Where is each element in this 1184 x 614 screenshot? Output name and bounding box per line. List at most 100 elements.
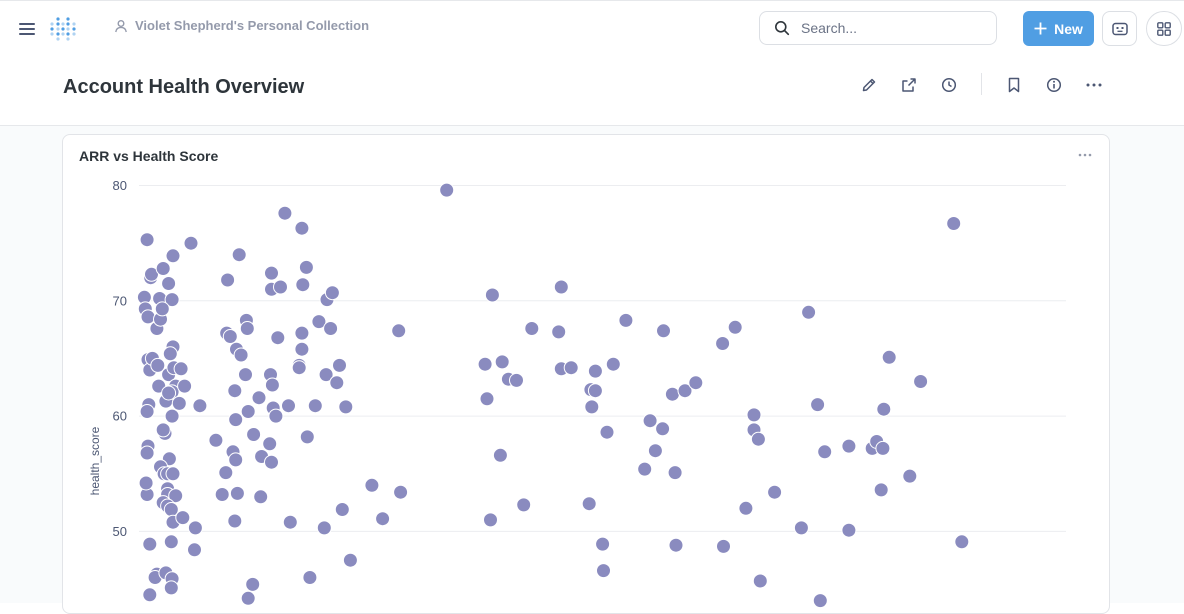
scatter-point[interactable] [183, 235, 199, 251]
scatter-point[interactable] [155, 422, 171, 438]
scatter-point[interactable] [581, 496, 597, 512]
scatter-point[interactable] [817, 444, 833, 460]
dashcard[interactable]: ARR vs Health Score 50 60 70 80 health_scor… [62, 134, 1110, 614]
scatter-point[interactable] [913, 374, 929, 389]
scatter-point[interactable] [875, 440, 891, 456]
scatter-point[interactable] [810, 397, 826, 413]
scatter-point[interactable] [214, 487, 230, 502]
scatter-point[interactable] [251, 390, 267, 406]
search-box[interactable] [759, 11, 997, 45]
scatter-point[interactable] [192, 398, 208, 414]
scatter-point[interactable] [295, 277, 311, 293]
scatter-point[interactable] [165, 248, 181, 264]
scatter-point[interactable] [264, 377, 280, 393]
scatter-point[interactable] [298, 259, 314, 275]
scatter-point[interactable] [551, 324, 567, 340]
scatter-point[interactable] [664, 386, 680, 402]
scatter-point[interactable] [584, 399, 600, 415]
scatter-point[interactable] [479, 391, 495, 407]
scatter-point[interactable] [208, 432, 224, 448]
scatter-point[interactable] [175, 510, 191, 526]
scatter-point[interactable] [587, 383, 603, 399]
scatter-point[interactable] [494, 354, 510, 370]
scatter-point[interactable] [273, 279, 288, 295]
scatter-point[interactable] [393, 484, 409, 500]
scatter-point[interactable] [299, 429, 315, 445]
scatter-point[interactable] [227, 513, 243, 529]
scatter-point[interactable] [233, 347, 249, 363]
scatter-point[interactable] [801, 304, 817, 320]
scatter-point[interactable] [229, 485, 245, 501]
scatter-point[interactable] [270, 330, 286, 346]
scatter-point[interactable] [316, 520, 332, 536]
scatter-point[interactable] [667, 465, 683, 481]
scatter-point[interactable] [688, 375, 704, 391]
scatter-point[interactable] [439, 182, 455, 198]
scatter-point[interactable] [618, 312, 634, 328]
scatter-point[interactable] [154, 301, 170, 317]
scatter-point[interactable] [294, 341, 310, 357]
scatter-point[interactable] [767, 484, 783, 500]
edit-button[interactable] [858, 74, 880, 96]
scatter-point[interactable] [218, 465, 234, 481]
scatter-point[interactable] [738, 500, 754, 516]
scatter-point[interactable] [342, 552, 358, 568]
scatter-point[interactable] [746, 407, 762, 423]
scatter-point[interactable] [245, 576, 261, 592]
scatter-point[interactable] [262, 436, 278, 452]
scatter-point[interactable] [294, 325, 310, 341]
scatter-point[interactable] [563, 360, 579, 376]
history-button[interactable] [938, 74, 960, 96]
scatter-point[interactable] [375, 511, 391, 527]
scatter-point[interactable] [524, 321, 540, 336]
scatter-point[interactable] [171, 395, 187, 411]
scatter-point[interactable] [177, 378, 193, 394]
scatter-point[interactable] [812, 593, 828, 609]
scatter-point[interactable] [282, 514, 298, 530]
scatter-point[interactable] [599, 424, 615, 440]
scatter-point[interactable] [165, 466, 181, 482]
scatter-point[interactable] [509, 372, 524, 388]
scatter-point[interactable] [655, 421, 671, 437]
scatter-point[interactable] [727, 319, 743, 335]
metabot-button[interactable] [1102, 11, 1137, 46]
scatter-point[interactable] [954, 534, 970, 550]
scatter-point[interactable] [876, 401, 892, 417]
scatter-point[interactable] [246, 427, 262, 442]
scatter-point[interactable] [332, 357, 347, 373]
scatter-point[interactable] [291, 360, 307, 376]
scatter-point[interactable] [642, 413, 658, 429]
scatter-point[interactable] [164, 408, 180, 424]
scatter-point[interactable] [155, 261, 171, 276]
scatter-point[interactable] [238, 367, 253, 383]
scatter-point[interactable] [516, 497, 532, 513]
scatter-point[interactable] [277, 205, 293, 221]
scatter-point[interactable] [253, 489, 269, 505]
scatter-point[interactable] [881, 349, 897, 365]
scatter-point[interactable] [391, 323, 407, 339]
scatter-point[interactable] [668, 537, 684, 553]
scatter-point[interactable] [163, 534, 179, 550]
scatter-point[interactable] [239, 321, 255, 336]
scatter-point[interactable] [338, 399, 354, 415]
scatter-point[interactable] [227, 383, 243, 399]
scatter-point[interactable] [715, 336, 731, 351]
info-button[interactable] [1043, 74, 1065, 96]
scatter-point[interactable] [138, 475, 154, 491]
scatter-point[interactable] [873, 482, 889, 498]
scatter-point[interactable] [240, 590, 256, 606]
scatter-point[interactable] [142, 536, 158, 552]
metabase-logo[interactable] [49, 15, 77, 43]
scatter-point[interactable] [264, 454, 279, 470]
scatter-point[interactable] [596, 563, 611, 579]
scatter-point[interactable] [231, 247, 247, 263]
scatter-point[interactable] [163, 580, 179, 596]
scatter-point[interactable] [162, 346, 178, 362]
scatter-point[interactable] [656, 323, 671, 339]
scatter-point[interactable] [752, 573, 768, 589]
scatter-point[interactable] [139, 445, 155, 461]
scatter-point[interactable] [484, 287, 500, 303]
scatter-point[interactable] [334, 502, 350, 517]
bookmark-button[interactable] [1003, 74, 1025, 96]
scatter-point[interactable] [647, 443, 663, 459]
